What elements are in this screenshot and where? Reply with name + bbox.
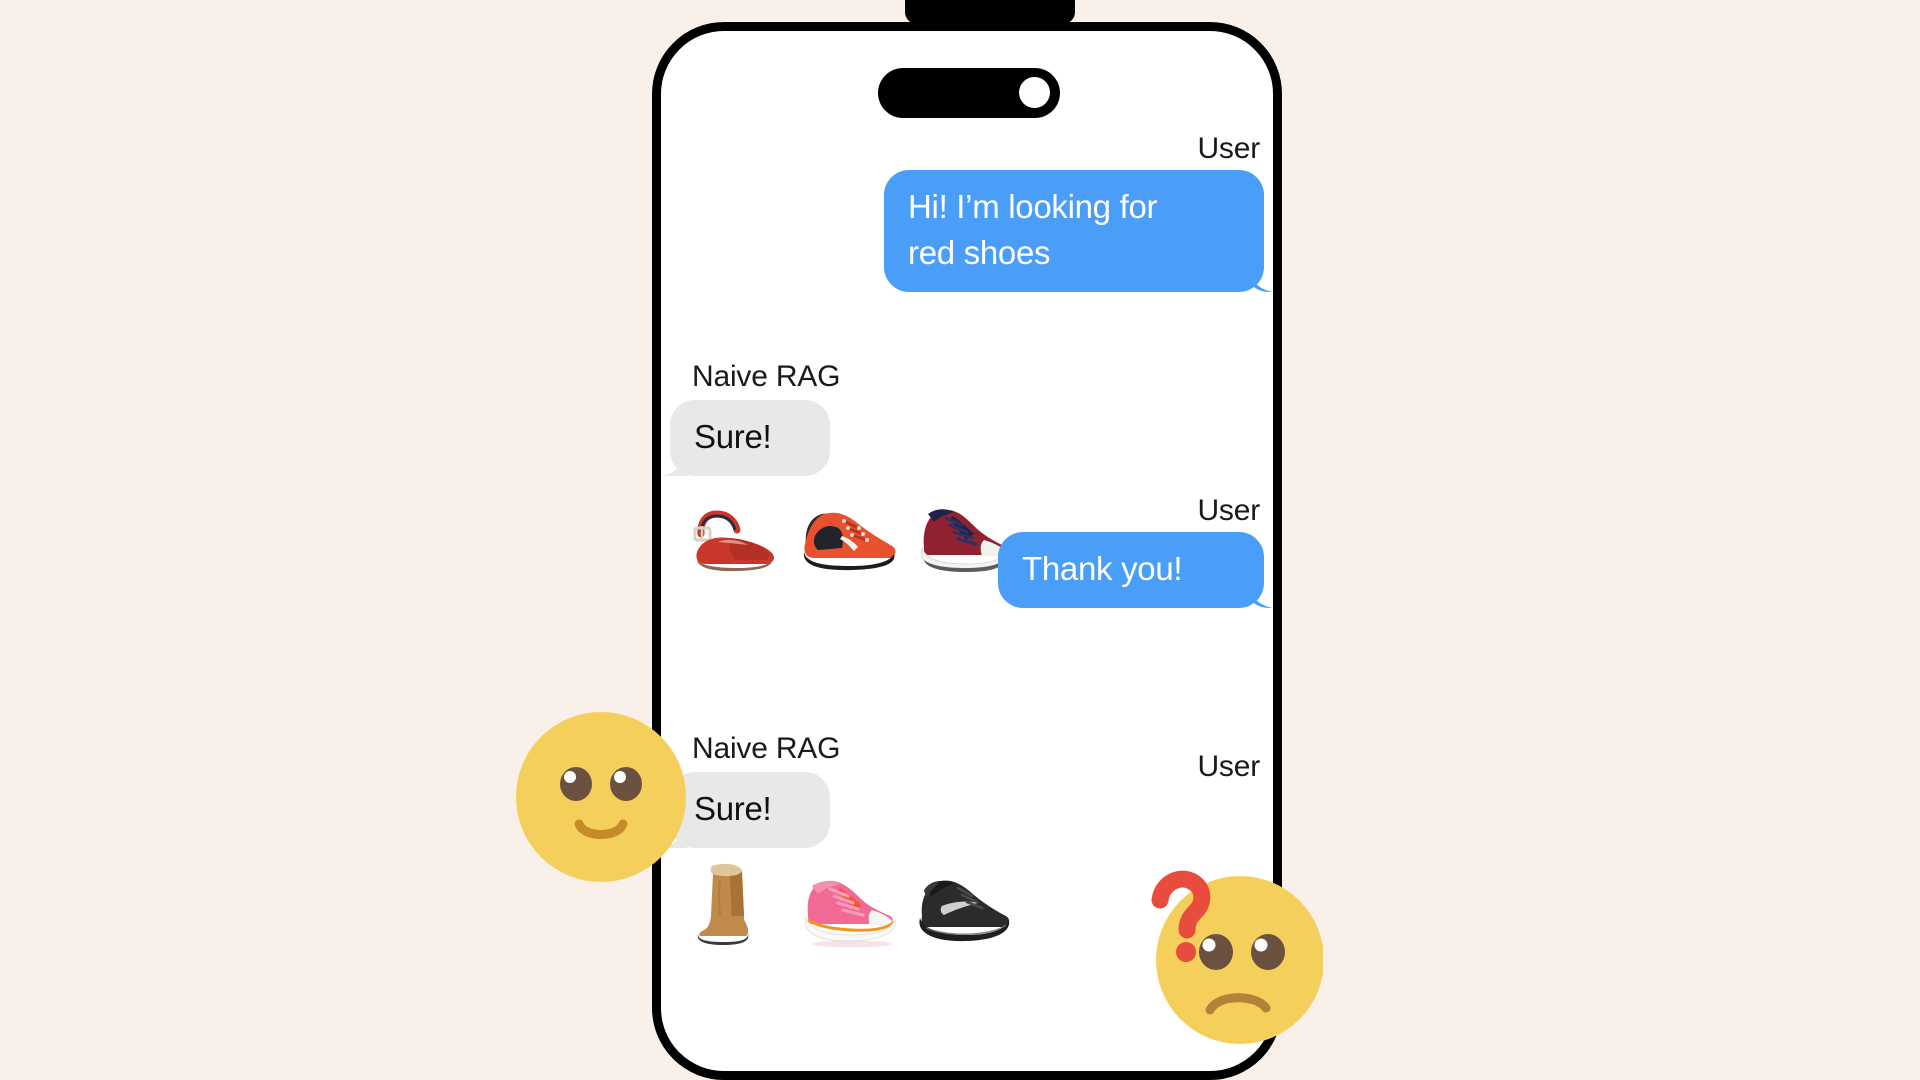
product-pink-canvas-sneaker[interactable] — [798, 860, 902, 948]
sender-label-user-1: User — [1197, 132, 1260, 165]
message-bubble-user-2[interactable]: Thank you! — [998, 532, 1264, 608]
product-row-1 — [684, 490, 1016, 578]
sender-label-user-2: User — [1197, 494, 1260, 527]
sender-label-bot-1: Naive RAG — [692, 360, 841, 393]
product-tan-leather-boot[interactable] — [684, 860, 788, 948]
product-row-2 — [684, 860, 1016, 948]
confused-face-emoji — [1148, 870, 1323, 1048]
product-red-orange-sneaker[interactable] — [798, 490, 902, 578]
message-bubble-bot-2[interactable]: Sure! — [670, 772, 830, 848]
message-bubble-bot-1[interactable]: Sure! — [670, 400, 830, 476]
sender-label-bot-2: Naive RAG — [692, 732, 841, 765]
scene: User Hi! I’m looking for red shoes Naive… — [0, 0, 1920, 1080]
product-red-mary-jane-flat[interactable] — [684, 490, 788, 578]
message-bubble-user-1[interactable]: Hi! I’m looking for red shoes — [884, 170, 1264, 292]
happy-face-emoji — [516, 712, 686, 882]
product-black-running-sneaker[interactable] — [912, 860, 1016, 948]
sender-label-user-3: User — [1197, 750, 1260, 783]
speaker-notch — [905, 0, 1075, 24]
